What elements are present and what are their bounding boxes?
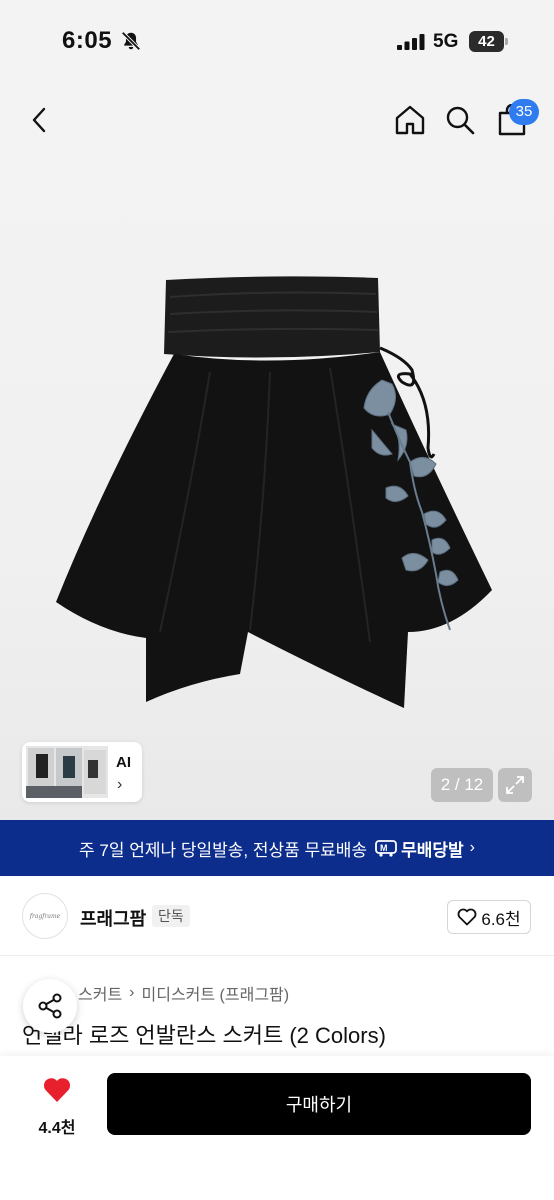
- signal-icon: [397, 34, 425, 50]
- brand-name[interactable]: 프래그팜: [80, 905, 146, 931]
- share-icon: [38, 993, 62, 1019]
- search-button[interactable]: [440, 100, 480, 140]
- delivery-truck-icon: M: [375, 840, 397, 857]
- wishlist-count: 4.4천: [38, 1120, 76, 1137]
- brand-logo-text: fragframe: [29, 912, 61, 920]
- battery-icon: 42: [469, 31, 509, 52]
- home-button[interactable]: [390, 100, 430, 140]
- bell-off-icon: [121, 31, 141, 51]
- brand-logo[interactable]: fragframe: [22, 893, 68, 939]
- share-button[interactable]: [23, 979, 77, 1033]
- product-title: 언밸라 로즈 언발란스 스커트 (2 Colors): [22, 1023, 386, 1048]
- image-page-indicator: 2 / 12: [431, 768, 493, 802]
- network-label: 5G: [433, 31, 459, 52]
- styling-thumbnail-image: [26, 746, 108, 798]
- free-delivery-logo: M 무배당발: [375, 836, 464, 861]
- home-icon: [395, 105, 425, 135]
- top-navigation: [0, 82, 554, 162]
- delivery-brand-label: 무배당발: [401, 840, 464, 860]
- product-image-gallery[interactable]: AI › 2 / 12: [0, 162, 554, 820]
- expand-image-button[interactable]: [498, 768, 532, 802]
- delivery-banner[interactable]: 주 7일 언제나 당일발송, 전상품 무료배송 M 무배당발 ›: [0, 820, 554, 876]
- brand-like-count: 6.6천: [481, 909, 521, 929]
- breadcrumb-item[interactable]: 미디스커트 (프래그팜): [142, 981, 290, 1005]
- expand-icon: [506, 776, 524, 794]
- chevron-right-icon: ›: [469, 839, 475, 856]
- product-image: [56, 276, 492, 708]
- heart-filled-icon: [43, 1078, 71, 1102]
- ai-label: AI: [116, 754, 131, 771]
- delivery-banner-text: 주 7일 언제나 당일발송, 전상품 무료배송: [79, 840, 368, 860]
- brand-like-button[interactable]: 6.6천: [447, 900, 531, 934]
- search-icon: [446, 106, 475, 135]
- ai-styling-thumbnail[interactable]: AI ›: [22, 742, 142, 802]
- chevron-left-icon: [32, 107, 46, 133]
- brand-row: fragframe 프래그팜 단독 6.6천: [0, 876, 554, 956]
- svg-text:M: M: [380, 843, 388, 853]
- cart-count-badge: 35: [509, 99, 539, 125]
- chevron-right-icon: ›: [117, 776, 123, 793]
- exclusive-tag: 단독: [152, 905, 190, 927]
- heart-outline-icon: [457, 908, 477, 926]
- back-button[interactable]: [20, 100, 60, 140]
- battery-level: 42: [469, 31, 504, 52]
- chevron-right-icon: ›: [129, 984, 135, 1001]
- status-time: 6:05: [62, 27, 113, 54]
- status-bar: 6:05 5G 42: [0, 0, 554, 82]
- bottom-action-bar: 4.4천 구매하기: [0, 1056, 554, 1200]
- battery-tip: [505, 38, 508, 45]
- buy-button[interactable]: 구매하기: [107, 1073, 531, 1135]
- wishlist-button[interactable]: 4.4천: [22, 1076, 92, 1140]
